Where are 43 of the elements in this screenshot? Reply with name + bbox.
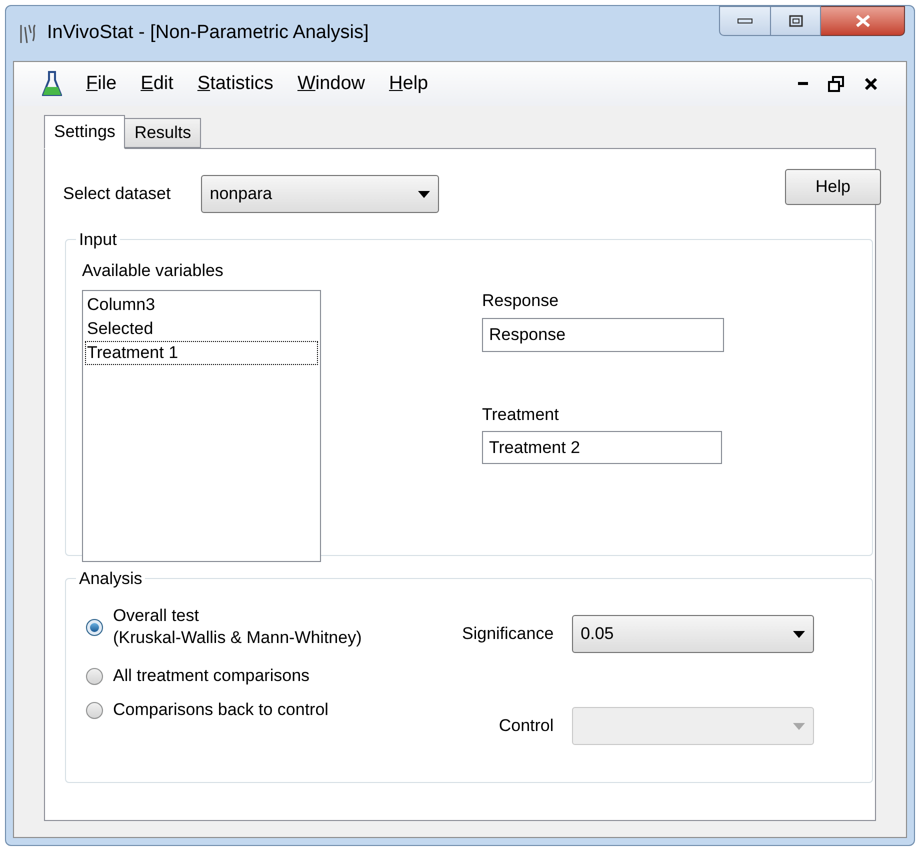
tab[interactable]: Settings xyxy=(44,115,126,149)
radio-label: Overall test xyxy=(113,605,200,627)
dropdown-caret-icon xyxy=(792,722,805,730)
dropdown-caret-icon xyxy=(418,190,430,198)
radio-button[interactable] xyxy=(86,702,103,718)
radio-note: (Kruskal-Wallis & Mann-Whitney) xyxy=(113,627,362,649)
menu-item[interactable]: Statistics xyxy=(197,70,274,98)
maximize-button[interactable] xyxy=(771,6,821,36)
list-item[interactable]: Treatment 1 xyxy=(85,340,318,364)
field-label: Control xyxy=(498,715,554,738)
maximize-icon xyxy=(788,15,802,27)
dataset-dropdown[interactable]: nonpara xyxy=(200,175,439,213)
response-field[interactable]: Response xyxy=(482,318,724,352)
list-item[interactable]: Selected xyxy=(85,316,318,340)
field-label: Response xyxy=(482,290,560,312)
radio-label: All treatment comparisons xyxy=(113,665,310,687)
minimize-icon xyxy=(798,82,808,86)
significance-dropdown[interactable]: 0.05 xyxy=(572,615,814,653)
flask-icon xyxy=(42,71,62,97)
window-title: InVivoStat - [Non-Parametric Analysis] xyxy=(47,21,369,46)
menu-item[interactable]: Window xyxy=(297,70,366,98)
close-button[interactable] xyxy=(821,6,905,36)
list-label: Available variables xyxy=(82,260,224,282)
restore-icon xyxy=(828,76,844,92)
tab[interactable]: Results xyxy=(125,118,202,148)
list-item[interactable]: Column3 xyxy=(85,292,318,316)
close-icon xyxy=(854,14,870,28)
dropdown-caret-icon xyxy=(792,630,805,638)
menu-item[interactable]: File xyxy=(86,70,117,98)
field-label: Significance xyxy=(462,623,554,646)
minimize-button[interactable] xyxy=(719,6,771,36)
field-label: Select dataset xyxy=(63,183,171,205)
variables-listbox[interactable]: Column3 Selected Treatment 1 xyxy=(82,290,321,562)
menu-item[interactable]: Help xyxy=(389,70,428,98)
minimize-icon xyxy=(737,18,753,24)
menu-item[interactable]: Edit xyxy=(140,70,174,98)
field-label: Treatment xyxy=(482,404,560,426)
radio-button[interactable] xyxy=(86,668,103,684)
treatment-field[interactable]: Treatment 2 xyxy=(482,431,722,464)
help-button[interactable]: Help xyxy=(785,169,881,205)
close-icon xyxy=(864,77,878,91)
radio-label: Comparisons back to control xyxy=(113,699,328,721)
radio-button[interactable] xyxy=(86,618,103,636)
